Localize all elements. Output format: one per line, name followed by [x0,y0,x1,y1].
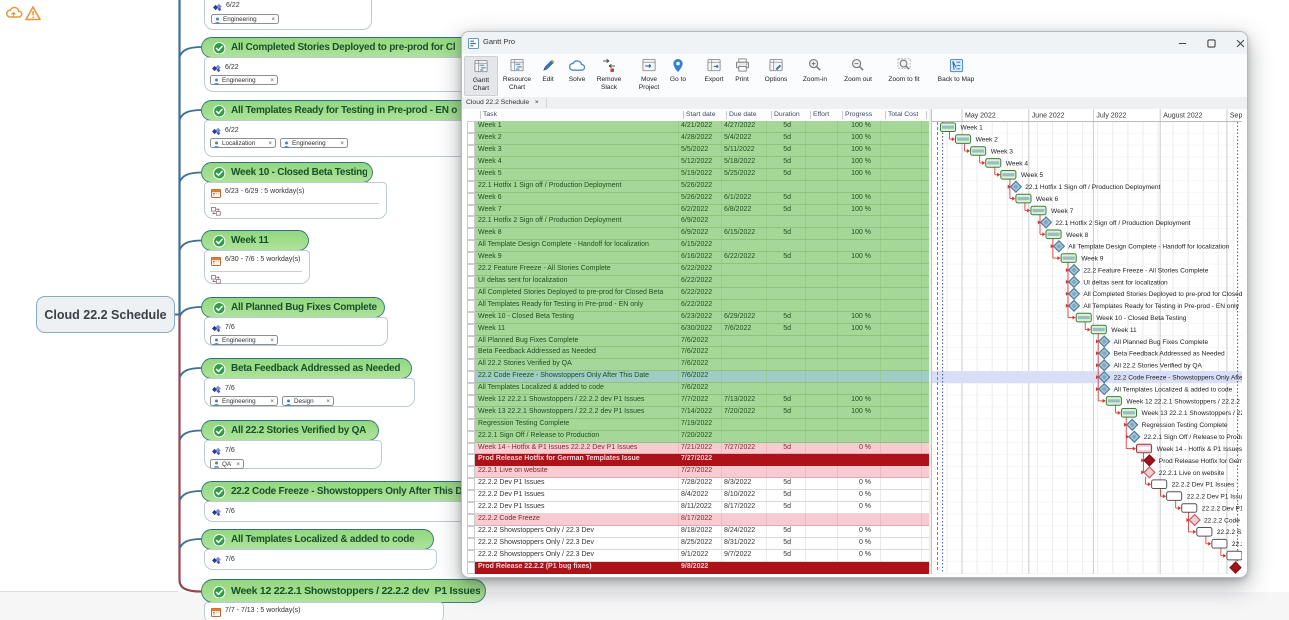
svg-text:Week 5: Week 5 [1021,172,1044,179]
svg-text:September 2022: September 2022 [1230,113,1242,120]
svg-text:22.2.2 Dev P1 Issues: 22.2.2 Dev P1 Issues [1202,505,1242,512]
svg-text:All Template Design Complete -: All Template Design Complete - Handoff f… [1068,244,1229,251]
svg-text:22.2.1 Live on website: 22.2.1 Live on website [1159,470,1225,477]
svg-text:Week 2: Week 2 [976,137,999,144]
svg-text:Week 7: Week 7 [1051,208,1074,215]
svg-text:All Planned Bug Fixes Complete: All Planned Bug Fixes Complete [1114,339,1209,346]
svg-text:All Templates Localized & adde: All Templates Localized & added to code [1114,386,1233,393]
svg-text:Week 4: Week 4 [1006,160,1029,167]
svg-text:22.2.2 Code Freeze: 22.2.2 Code Freeze [1204,517,1242,524]
svg-text:Week 12 22.2.1 Showstoppers /: Week 12 22.2.1 Showstoppers / 22.2.2 dev… [1126,398,1242,405]
svg-text:22.2 Feature Freeze - All Stor: 22.2 Feature Freeze - All Stories Comple… [1083,267,1208,274]
svg-text:22.1 Hotfix 2 Sign off / Produ: 22.1 Hotfix 2 Sign off / Production Depl… [1055,220,1190,227]
svg-text:Week 13 22.2.1 Showstoppers /: Week 13 22.2.1 Showstoppers / 22.2.2 dev… [1142,410,1243,417]
svg-text:July 2022: July 2022 [1096,113,1126,120]
svg-text:All Completed Stories Deployed: All Completed Stories Deployed to pre-pr… [1083,291,1242,298]
svg-text:Prod Release Hotfix for German: Prod Release Hotfix for German Templates… [1159,458,1242,465]
svg-text:Week 1: Week 1 [961,125,984,132]
svg-text:All Templates Ready for Testin: All Templates Ready for Testing in Pre-p… [1083,303,1239,310]
svg-text:UI deltas sent for localizatio: UI deltas sent for localization [1083,279,1168,286]
svg-text:Week 10 - Closed Beta Testing: Week 10 - Closed Beta Testing [1096,315,1187,322]
svg-text:Regression Testing Complete: Regression Testing Complete [1142,422,1228,429]
svg-text:22.2.1 Sign Off / Release to P: 22.2.1 Sign Off / Release to Production [1144,434,1242,441]
svg-text:Week 14 - Hotfix & P1 Issues 2: Week 14 - Hotfix & P1 Issues 22.2.2 Dev … [1157,446,1242,453]
svg-text:June 2022: June 2022 [1032,113,1065,120]
svg-text:Week 11: Week 11 [1111,327,1137,334]
svg-text:Week 6: Week 6 [1036,196,1059,203]
svg-text:Week 8: Week 8 [1066,232,1089,239]
svg-text:22.2.2 Dev P1 Issues: 22.2.2 Dev P1 Issues [1172,482,1235,489]
svg-text:Week 3: Week 3 [991,148,1014,155]
svg-text:May 2022: May 2022 [965,113,996,120]
svg-text:22.1 Hotfix 1 Sign off / Produ: 22.1 Hotfix 1 Sign off / Production Depl… [1025,184,1160,191]
svg-text:August 2022: August 2022 [1163,113,1202,120]
svg-text:22.2.2 Showstoppers Only / 22.: 22.2.2 Showstoppers Only / 22.3 Dev [1232,541,1242,548]
svg-text:22.2.2 Showstoppers Only / 22.: 22.2.2 Showstoppers Only / 22.3 Dev [1217,529,1242,536]
svg-text:All 22.2 Stories Verified by Q: All 22.2 Stories Verified by QA [1114,363,1203,370]
svg-text:Week 9: Week 9 [1081,256,1104,263]
svg-text:Beta Feedback Addressed as Nee: Beta Feedback Addressed as Needed [1114,351,1225,358]
svg-text:22.2 Code Freeze - Showstopper: 22.2 Code Freeze - Showstoppers Only Aft… [1114,375,1242,382]
svg-text:22.2.2 Dev P1 Issues: 22.2.2 Dev P1 Issues [1187,494,1242,501]
